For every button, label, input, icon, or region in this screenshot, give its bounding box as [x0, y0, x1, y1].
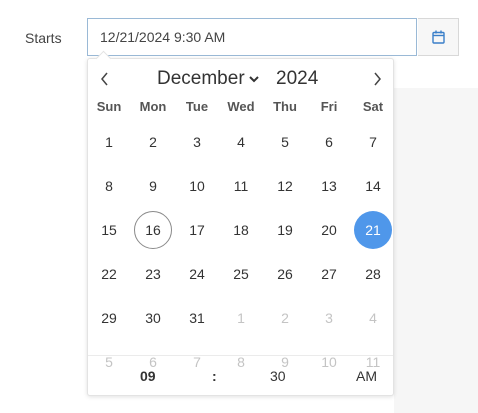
day-cell[interactable]: 15	[90, 211, 128, 249]
day-cell[interactable]: 31	[178, 299, 216, 337]
background-panel	[394, 88, 478, 413]
day-cell[interactable]: 5	[266, 123, 304, 161]
month-navigation: December 2024	[88, 59, 393, 99]
day-cell[interactable]: 14	[354, 167, 392, 205]
time-picker: 09 : 30 AM	[88, 356, 393, 396]
weekday-label: Mon	[139, 99, 167, 114]
day-cell[interactable]: 20	[310, 211, 348, 249]
day-cell[interactable]: 28	[354, 255, 392, 293]
time-separator: :	[212, 368, 217, 384]
ampm-toggle[interactable]: AM	[356, 368, 377, 384]
day-cell[interactable]: 12	[266, 167, 304, 205]
chevron-right-icon	[374, 72, 381, 86]
day-cell[interactable]: 30	[134, 299, 172, 337]
weekday-label: Tue	[185, 99, 209, 114]
calendar-icon	[431, 30, 445, 44]
day-cell-today[interactable]: 16	[134, 211, 172, 249]
day-cell[interactable]: 17	[178, 211, 216, 249]
weekday-label: Fri	[320, 99, 338, 114]
day-cell[interactable]: 18	[222, 211, 260, 249]
starts-label: Starts	[25, 30, 62, 46]
day-cell[interactable]: 10	[178, 167, 216, 205]
chevron-left-icon	[101, 72, 108, 86]
day-cell[interactable]: 2	[266, 299, 304, 337]
day-cell[interactable]: 11	[222, 167, 260, 205]
day-cell[interactable]: 25	[222, 255, 260, 293]
day-cell[interactable]: 19	[266, 211, 304, 249]
month-select-value: December	[157, 68, 245, 89]
calendar-toggle-button[interactable]	[418, 18, 459, 56]
day-cell[interactable]: 29	[90, 299, 128, 337]
day-cell[interactable]: 6	[310, 123, 348, 161]
day-cell[interactable]: 24	[178, 255, 216, 293]
day-cell[interactable]: 2	[134, 123, 172, 161]
day-cell[interactable]: 3	[310, 299, 348, 337]
weekday-label: Thu	[273, 99, 297, 114]
day-cell[interactable]: 3	[178, 123, 216, 161]
day-cell[interactable]: 9	[134, 167, 172, 205]
weekday-label: Wed	[227, 99, 255, 114]
month-select[interactable]: December	[157, 68, 259, 90]
day-cell[interactable]: 13	[310, 167, 348, 205]
weekday-header: Sun Mon Tue Wed Thu Fri Sat	[88, 99, 395, 115]
minute-input[interactable]: 30	[270, 368, 286, 384]
day-cell[interactable]: 7	[354, 123, 392, 161]
weekday-label: Sun	[96, 99, 122, 114]
previous-month-button[interactable]	[97, 71, 113, 87]
weekday-label: Sat	[362, 99, 384, 114]
day-cell[interactable]: 4	[354, 299, 392, 337]
day-cell[interactable]: 23	[134, 255, 172, 293]
day-cell[interactable]: 8	[90, 167, 128, 205]
day-cell[interactable]: 1	[222, 299, 260, 337]
day-cell-selected[interactable]: 21	[354, 211, 392, 249]
next-month-button[interactable]	[369, 71, 385, 87]
day-cell[interactable]: 22	[90, 255, 128, 293]
datepicker-popup: December 2024 Sun Mon Tue Wed Thu Fri Sat 1234…	[87, 58, 394, 396]
day-cell[interactable]: 1	[90, 123, 128, 161]
hour-input[interactable]: 09	[140, 368, 156, 384]
day-cell[interactable]: 26	[266, 255, 304, 293]
start-datetime-value: 12/21/2024 9:30 AM	[100, 29, 226, 45]
year-input[interactable]: 2024	[276, 68, 318, 90]
chevron-down-icon	[248, 76, 259, 83]
day-cell[interactable]: 4	[222, 123, 260, 161]
start-datetime-input[interactable]: 12/21/2024 9:30 AM	[87, 18, 417, 56]
day-cell[interactable]: 27	[310, 255, 348, 293]
